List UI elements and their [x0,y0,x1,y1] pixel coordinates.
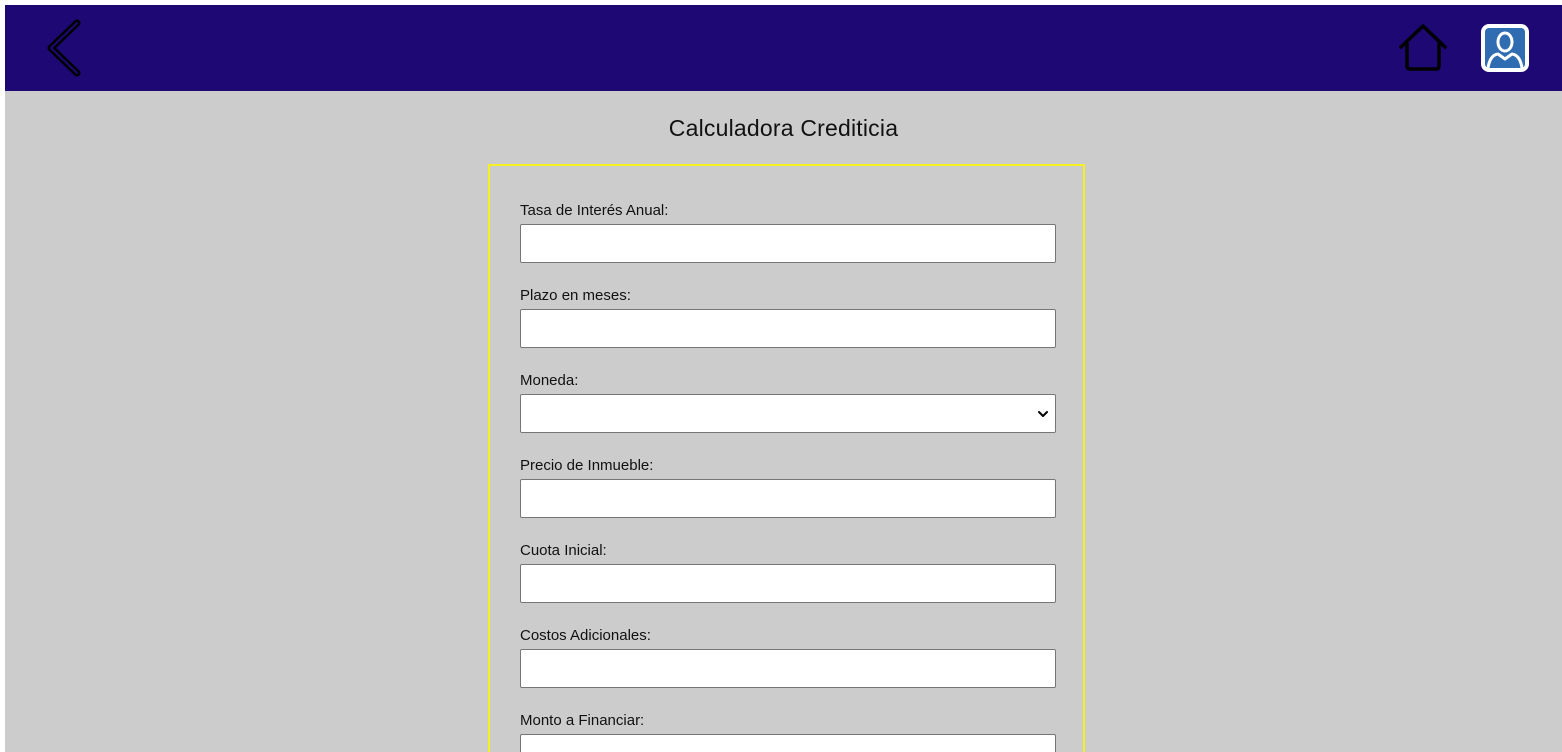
currency-select[interactable] [520,394,1056,433]
field-label: Cuota Inicial: [520,542,607,559]
property-price-input[interactable] [520,479,1056,518]
term-months-input[interactable] [520,309,1056,348]
down-payment-input[interactable] [520,564,1056,603]
field-property-price: Precio de Inmueble: [520,456,1056,518]
home-icon [1399,24,1447,71]
field-label: Moneda: [520,372,579,389]
page-title: Calculadora Crediticia [668,115,899,141]
additional-costs-input[interactable] [520,649,1056,688]
field-label: Monto a Financiar: [520,712,645,729]
field-label: Precio de Inmueble: [520,457,654,474]
profile-button[interactable] [1480,23,1530,73]
field-term-months: Plazo en meses: [520,286,1056,348]
interest-rate-input[interactable] [520,224,1056,263]
back-button[interactable] [43,19,87,77]
chevron-left-icon [47,19,81,77]
field-interest-rate: Tasa de Interés Anual: [520,201,1056,263]
field-label: Plazo en meses: [520,287,631,304]
field-amount-to-finance: Monto a Financiar: [520,711,1056,752]
field-additional-costs: Costos Adicionales: [520,626,1056,688]
field-label: Costos Adicionales: [520,627,651,644]
user-icon [1481,24,1529,72]
field-currency: Moneda: [520,371,1056,433]
top-navigation-bar [5,5,1562,91]
app-container: Calculadora Crediticia Tasa de Interés A… [5,5,1562,752]
calculator-form: Tasa de Interés Anual: Plazo en meses: M… [488,164,1085,752]
chevron-down-icon [1038,411,1048,417]
field-label: Tasa de Interés Anual: [520,202,669,219]
field-down-payment: Cuota Inicial: [520,541,1056,603]
home-button[interactable] [1397,22,1449,72]
amount-to-finance-input[interactable] [520,734,1056,752]
